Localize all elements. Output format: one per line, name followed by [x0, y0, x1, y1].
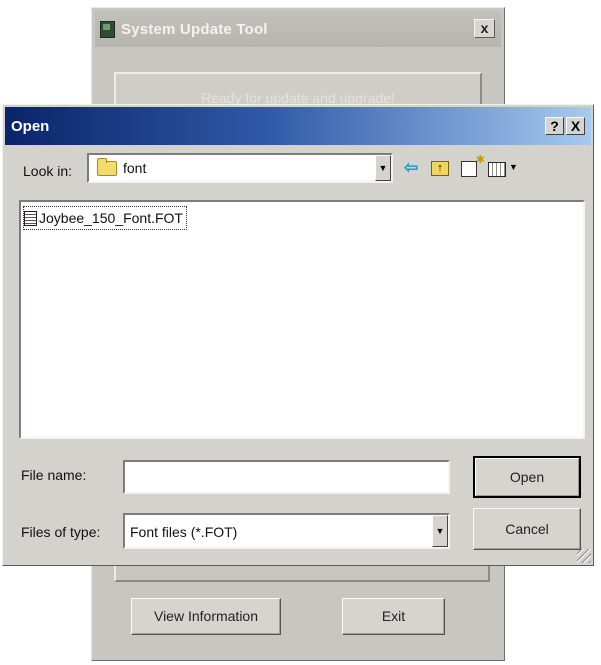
view-information-button[interactable]: View Information: [131, 598, 281, 635]
views-menu-icon[interactable]: [488, 162, 506, 177]
file-name-label: File name:: [21, 467, 87, 483]
files-of-type-label: Files of type:: [21, 524, 101, 540]
help-icon[interactable]: ?: [545, 117, 564, 135]
app-icon: [100, 20, 115, 38]
open-dialog-titlebar: Open ? X: [5, 107, 591, 145]
views-dropdown-icon[interactable]: ▼: [509, 162, 518, 180]
look-in-dropdown[interactable]: font ▼: [87, 153, 393, 183]
open-dialog: Open ? X Look in: font ▼ ⇦ ↑ ▼ Joybee_15…: [2, 104, 594, 566]
chevron-down-icon[interactable]: ▼: [432, 515, 448, 547]
file-list[interactable]: Joybee_150_Font.FOT: [19, 200, 585, 439]
look-in-label: Look in:: [23, 163, 73, 179]
open-button[interactable]: Open: [473, 456, 581, 498]
folder-icon: [97, 158, 117, 176]
back-icon[interactable]: ⇦: [404, 159, 422, 177]
close-icon[interactable]: X: [566, 117, 585, 135]
up-folder-icon[interactable]: ↑: [431, 161, 449, 176]
files-of-type-value: Font files (*.FOT): [130, 524, 238, 540]
close-icon[interactable]: x: [474, 19, 495, 38]
system-update-tool-titlebar: System Update Tool x: [95, 11, 501, 47]
open-dialog-title: Open: [11, 117, 50, 135]
list-item[interactable]: Joybee_150_Font.FOT: [23, 206, 187, 230]
new-folder-icon[interactable]: [461, 153, 485, 177]
system-update-tool-title: System Update Tool: [121, 20, 268, 38]
chevron-down-icon[interactable]: ▼: [375, 155, 391, 181]
file-name-text: Joybee_150_Font.FOT: [39, 210, 183, 226]
file-name-input[interactable]: [123, 460, 450, 494]
files-of-type-dropdown[interactable]: Font files (*.FOT) ▼: [123, 513, 450, 549]
document-icon: [24, 210, 37, 226]
cancel-button[interactable]: Cancel: [473, 508, 581, 550]
exit-button[interactable]: Exit: [342, 598, 445, 635]
resize-grip-icon[interactable]: [577, 549, 591, 563]
look-in-value: font: [123, 160, 147, 176]
